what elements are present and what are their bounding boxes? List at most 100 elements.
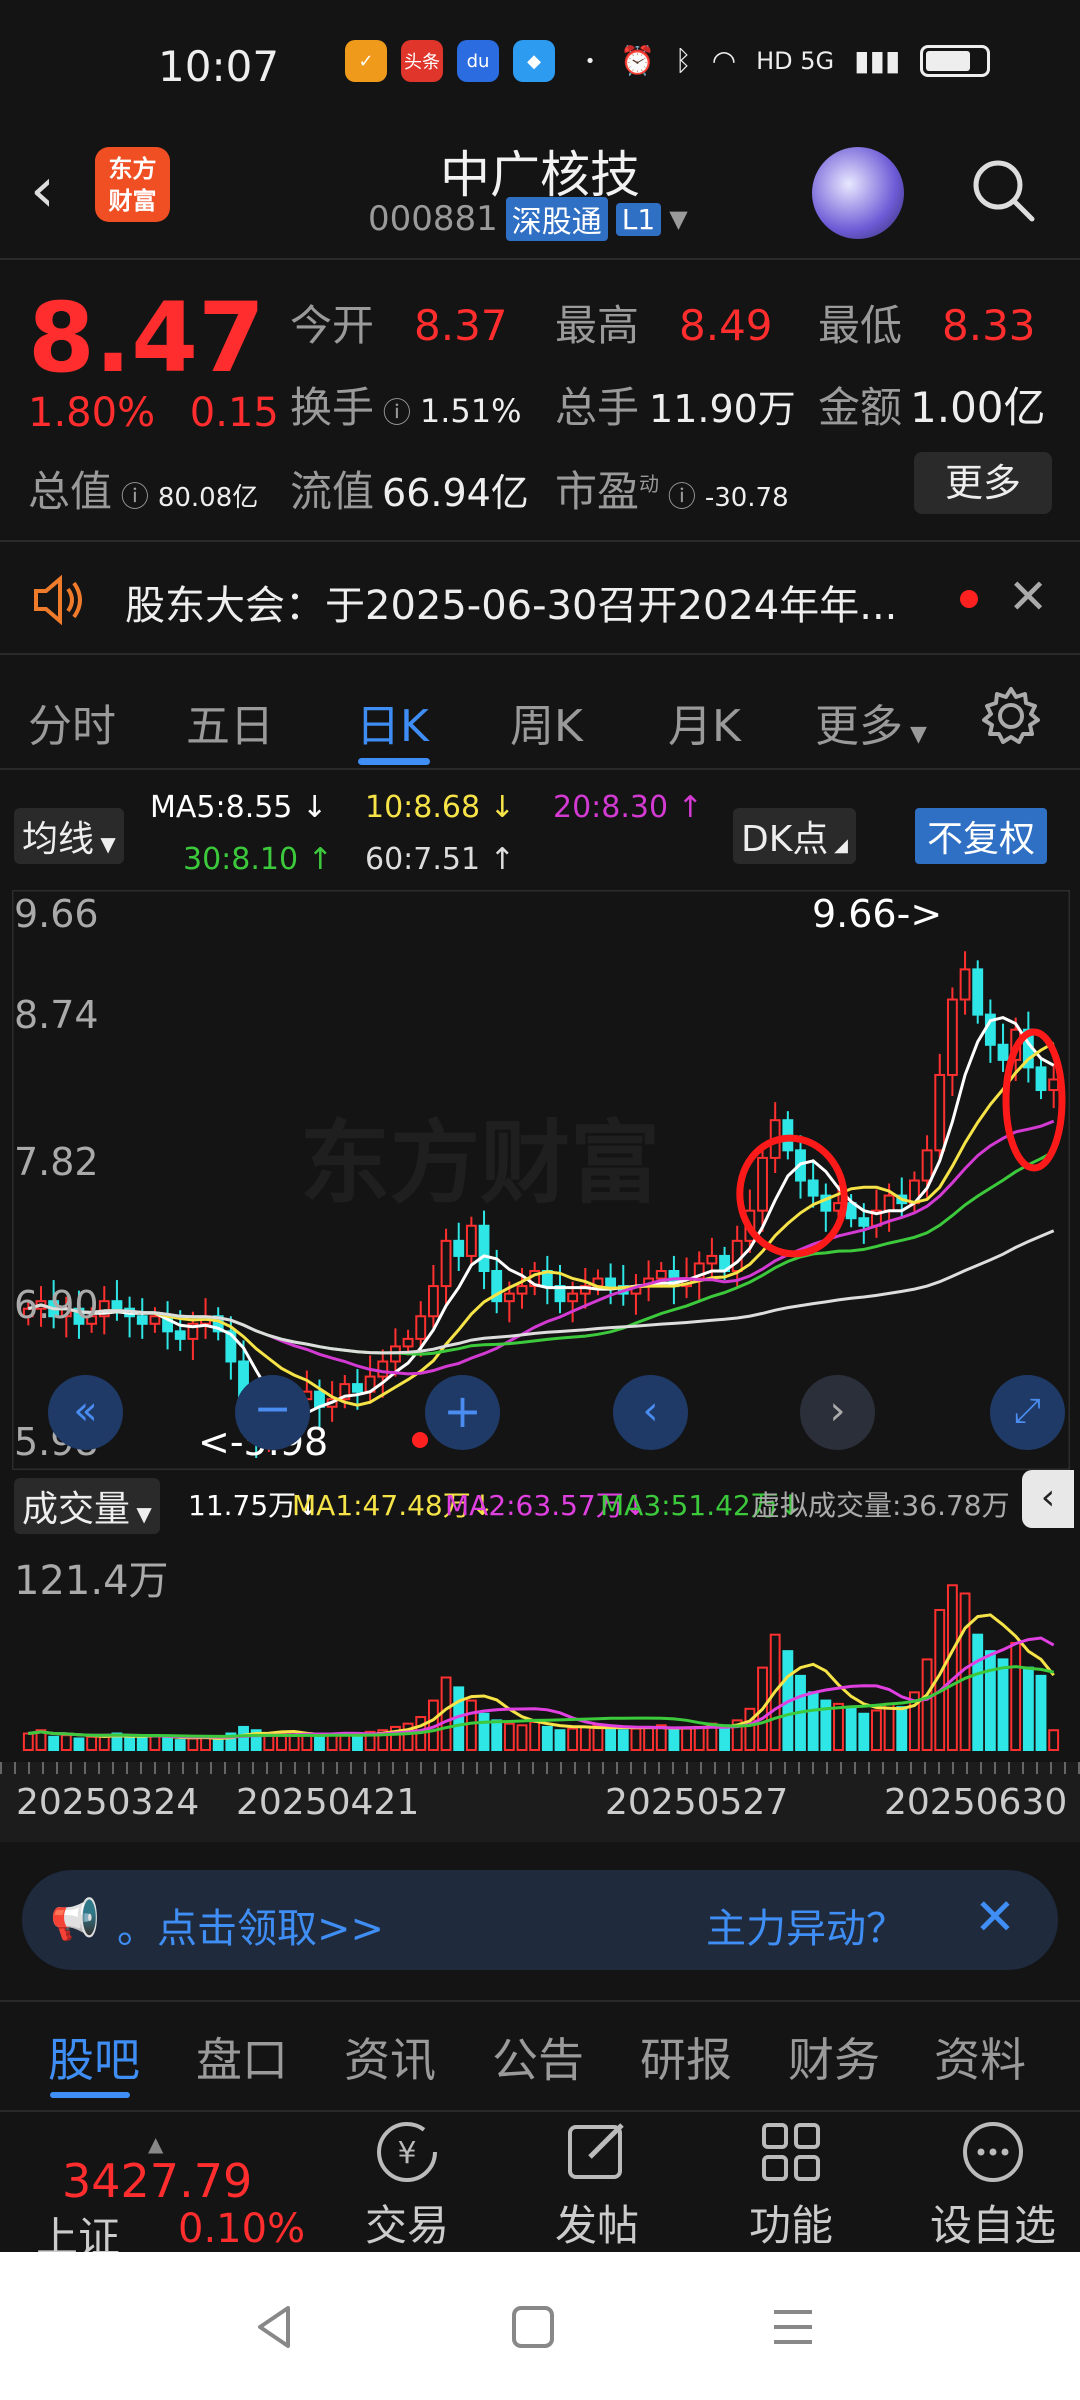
- change-amt: 0.15: [189, 390, 279, 436]
- candle: [541, 1255, 553, 1305]
- vol-y-top: 121.4万: [14, 1558, 169, 1604]
- next-icon[interactable]: ›: [800, 1375, 875, 1450]
- info-icon[interactable]: ⓘ: [112, 480, 158, 513]
- toutiao-icon: 头条: [401, 40, 443, 82]
- info-icon[interactable]: ⓘ: [374, 396, 420, 429]
- stock-code: 000881: [368, 199, 498, 239]
- volume-bar: [162, 1735, 174, 1752]
- tab-announcements[interactable]: 公告: [492, 2024, 584, 2090]
- trade-button[interactable]: ¥ 交易: [342, 2112, 472, 2253]
- watchlist-button[interactable]: 设自选: [918, 2112, 1068, 2253]
- market-badge: 深股通: [505, 197, 608, 241]
- volume-bar: [529, 1720, 541, 1751]
- volume-bar: [681, 1727, 693, 1751]
- quote-panel: 8.47 1.80% 0.15 今开 8.37 最高 8.49 最低 8.33 换手 …: [0, 262, 1080, 542]
- candle: [617, 1264, 629, 1306]
- volume-selector[interactable]: 成交量 ▼: [14, 1478, 160, 1534]
- stock-header: 中广核技 ‹ 东方 财富 000881 深股通 L1 ▼: [0, 135, 1080, 260]
- tab-pankou[interactable]: 盘口: [196, 2024, 288, 2090]
- status-right: ⏰ ᛒ ◠ HD 5G ▮▮▮: [620, 44, 991, 77]
- nav-menu-icon[interactable]: [770, 2304, 816, 2350]
- collapse-icon[interactable]: ‹: [1022, 1470, 1074, 1528]
- tab-weekly-k[interactable]: 周K: [510, 690, 583, 754]
- volume-indicator-row: 成交量 ▼ 11.75万↓ MA1:47.48万↓ MA2:63.57万↓ MA…: [0, 1470, 1080, 1534]
- tab-research[interactable]: 研报: [640, 2024, 732, 2090]
- tab-intraday[interactable]: 分时: [28, 690, 116, 754]
- ma-selector[interactable]: 均线 ▼: [14, 808, 124, 864]
- zoom-out-icon[interactable]: −: [235, 1375, 310, 1450]
- volume-bar: [187, 1737, 199, 1752]
- ma30-text: 30:8.10: [183, 842, 299, 877]
- nav-back-icon[interactable]: [250, 2302, 300, 2352]
- banner-left-text[interactable]: 。点击领取>>: [117, 1896, 384, 1954]
- volume-bar: [946, 1584, 958, 1751]
- high-cell: 最高 8.49: [555, 292, 773, 353]
- volume-bar: [212, 1739, 224, 1752]
- tab-guba[interactable]: 股吧: [48, 2024, 140, 2090]
- volume-bar: [352, 1734, 363, 1752]
- volume-bar: [554, 1729, 566, 1751]
- app-logo[interactable]: 东方 财富: [95, 147, 170, 222]
- tab-daily-k[interactable]: 日K: [356, 690, 429, 754]
- low-cell: 最低 8.33: [818, 292, 1036, 353]
- function-button[interactable]: 功能: [726, 2112, 856, 2253]
- search-icon[interactable]: [968, 155, 1038, 225]
- volume-bar: [314, 1735, 325, 1752]
- ma10-value: 10:8.68 ↓: [365, 790, 515, 825]
- index-value[interactable]: 3427.79: [62, 2154, 252, 2208]
- ma-indicator-row: 均线 ▼ MA5:8.55 ↓ 10:8.68 ↓ 20:8.30 ↑ 30:8…: [0, 790, 1080, 890]
- volume-bar: [263, 1734, 275, 1752]
- volume-bar: [86, 1735, 98, 1752]
- high-label: 最高: [555, 301, 640, 350]
- y-tick-3: 7.82: [14, 1140, 99, 1184]
- wifi-icon: ◠: [711, 44, 737, 77]
- pe-sup: 动: [639, 472, 660, 496]
- nav-home-icon[interactable]: [510, 2304, 556, 2350]
- more-button[interactable]: 更多: [914, 452, 1052, 514]
- settings-gear-icon[interactable]: [980, 685, 1042, 747]
- fullscreen-icon[interactable]: ⤢: [990, 1375, 1065, 1450]
- date-1: 20250324: [16, 1782, 200, 1823]
- candle: [478, 1210, 490, 1290]
- dk-selector[interactable]: DK点 ◢: [733, 808, 856, 864]
- low-label: 最低: [818, 301, 903, 350]
- volume-bar: [807, 1691, 819, 1751]
- mktcap-cell: 总值 ⓘ 80.08亿: [28, 458, 258, 519]
- post-button[interactable]: 发帖: [532, 2112, 662, 2253]
- chevron-down-icon[interactable]: ▼: [669, 205, 687, 233]
- network-label: HD 5G: [756, 46, 835, 75]
- prev-icon[interactable]: ‹: [613, 1375, 688, 1450]
- tab-more[interactable]: 更多 ▼: [815, 690, 927, 754]
- stock-subtitle: 000881 深股通 L1 ▼: [368, 197, 688, 241]
- open-cell: 今开 8.37: [290, 292, 508, 353]
- event-dot: [412, 1432, 428, 1448]
- post-label: 发帖: [554, 2201, 639, 2250]
- volume-bar: [997, 1658, 1009, 1751]
- banner-close-icon[interactable]: ✕: [974, 1888, 1016, 1946]
- banner-right-text[interactable]: 主力异动？: [706, 1896, 906, 1954]
- tab-news[interactable]: 资讯: [344, 2024, 436, 2090]
- info-icon[interactable]: ⓘ: [659, 480, 705, 513]
- tab-profile[interactable]: 资料: [934, 2024, 1026, 2090]
- tab-five-day[interactable]: 五日: [186, 690, 274, 754]
- volume-bar: [60, 1734, 72, 1752]
- volume-bar: [984, 1650, 996, 1751]
- promo-banner[interactable]: 📢 。点击领取>> 主力异动？ ✕: [22, 1870, 1058, 1970]
- close-icon[interactable]: ✕: [1008, 569, 1048, 625]
- volume-bar: [579, 1725, 591, 1751]
- float-label: 流值: [290, 467, 375, 516]
- assistant-avatar[interactable]: [812, 147, 904, 239]
- tab-finance[interactable]: 财务: [788, 2024, 880, 2090]
- vol-virtual: 虚拟成交量:36.78万: [752, 1489, 1010, 1522]
- volume-bar: [1035, 1674, 1047, 1752]
- ma30-value: 30:8.10 ↑: [183, 842, 333, 877]
- zoom-in-icon[interactable]: +: [425, 1375, 500, 1450]
- notice-bar[interactable]: 股东大会：于2025-06-30召开2024年年... ✕: [0, 545, 1080, 655]
- back-icon[interactable]: ‹: [30, 153, 55, 226]
- volume-bar: [73, 1737, 85, 1752]
- adjust-toggle[interactable]: 不复权: [915, 808, 1048, 864]
- tab-monthly-k[interactable]: 月K: [668, 690, 741, 754]
- function-label: 功能: [748, 2201, 833, 2250]
- dk-label: DK点: [741, 819, 829, 860]
- rewind-icon[interactable]: «: [48, 1375, 123, 1450]
